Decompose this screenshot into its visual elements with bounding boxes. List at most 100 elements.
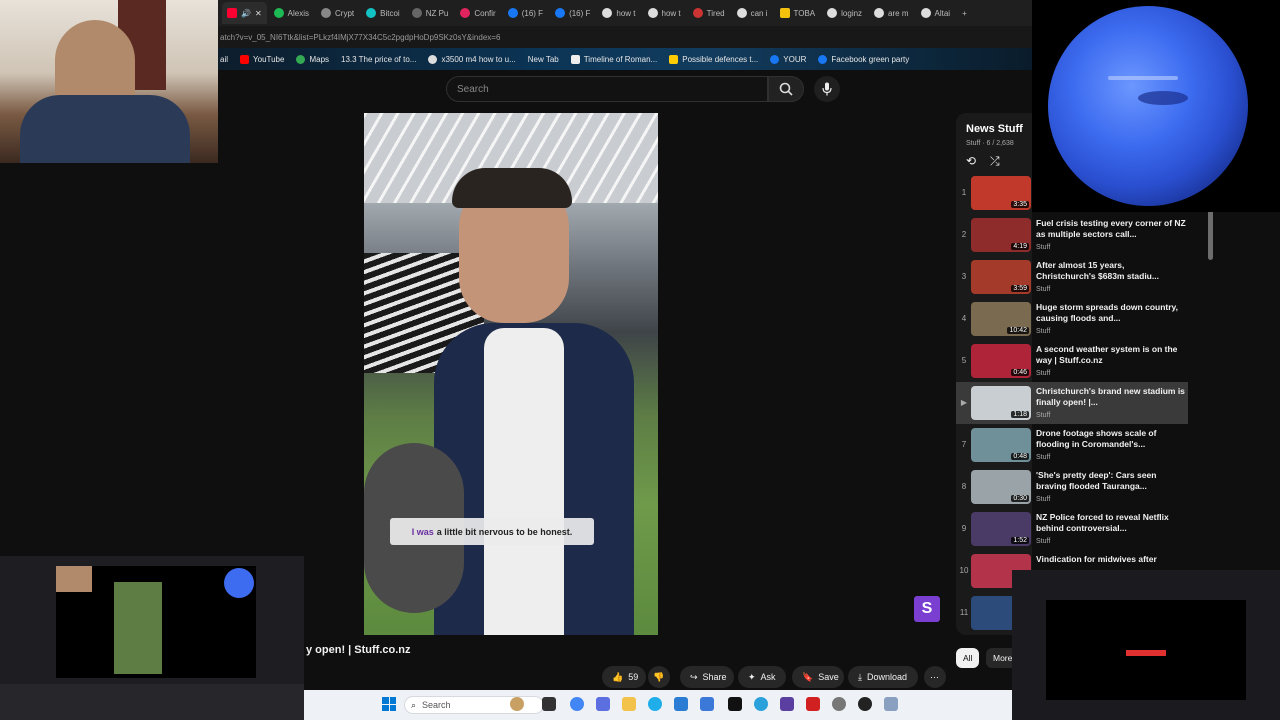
browser-tab[interactable]: TOBA [775,2,821,24]
save-button[interactable]: 🔖 Save [792,666,844,688]
settings-icon[interactable] [832,697,846,711]
bookmark-item[interactable]: x3500 m4 how to u... [428,54,516,64]
browser-tab[interactable]: NZ Pu [407,2,454,24]
task-view-icon[interactable] [542,697,556,711]
browser-tab[interactable]: can i [732,2,773,24]
playlist-item[interactable]: 8 0:30 'She's pretty deep': Cars seen br… [956,466,1188,508]
download-label: Download [866,672,908,682]
share-icon: ↪ [690,671,698,682]
bookmark-item[interactable]: Facebook green party [818,54,909,64]
obs-preview-video [114,582,162,674]
sparkle-icon: ✦ [748,671,756,682]
chrome-icon[interactable] [570,697,584,711]
taskbar-app-icon[interactable] [884,697,898,711]
playlist-item[interactable]: 5 0:46 A second weather system is on the… [956,340,1188,382]
bookmark-item[interactable]: New Tab [528,55,559,64]
playlist-item-index: 5 [961,356,967,365]
close-tab-icon[interactable]: ✕ [255,9,262,18]
bookmark-item[interactable]: ail [220,55,228,64]
browser-tab[interactable]: Bitcoi [361,2,405,24]
voice-search-button[interactable] [814,76,840,102]
like-button[interactable]: 👍 59 [602,666,646,688]
search-input[interactable]: Search [446,76,768,102]
file-explorer-icon[interactable] [622,697,636,711]
download-button[interactable]: ⤓ Download [848,666,918,688]
playlist-item[interactable]: 2 4:19 Fuel crisis testing every corner … [956,214,1188,256]
interviewee-hair [452,168,572,208]
address-bar[interactable]: atch?v=v_05_NI6Ttk&list=PLkzf4IMjX77X34C… [218,26,1032,48]
browser-tab[interactable]: 🔊 ✕ [222,2,267,24]
tab-label: Altai [934,8,951,18]
bookmark-item[interactable]: Maps [296,54,329,64]
tab-label: (16) F [569,8,591,18]
taskbar-app-icon[interactable] [780,697,794,711]
taskbar-widget-icon[interactable] [510,697,524,711]
google-icon [827,8,838,18]
playlist-scrollbar[interactable] [1208,210,1213,260]
playlist-item[interactable]: 4 10:42 Huge storm spreads down country,… [956,298,1188,340]
taskbar-app-icon[interactable] [806,697,820,711]
browser-tab[interactable]: are m [869,2,913,24]
more-icon: ⋯ [930,671,939,682]
obs-preview-webcam [56,566,92,592]
tab-label: Crypt [335,8,355,18]
playlist-item[interactable]: 7 0:48 Drone footage shows scale of floo… [956,424,1188,466]
browser-tab[interactable]: Confir [455,2,500,24]
video-player[interactable] [364,113,658,635]
browser-tab[interactable]: how t [597,2,640,24]
edge-icon[interactable] [648,697,662,711]
playlist-item-title: Christchurch's brand new stadium is fina… [1036,386,1185,407]
browser-tab[interactable]: loginz [822,2,867,24]
playlist-item[interactable]: 9 1:52 NZ Police forced to reveal Netfli… [956,508,1188,550]
search-button[interactable] [768,76,804,102]
dislike-button[interactable]: 👎 [648,666,670,688]
tab-favicon [366,8,377,18]
store-icon[interactable] [700,697,714,711]
webcam-overlay [0,0,218,163]
new-tab-button[interactable]: + [957,2,972,24]
url-text: atch?v=v_05_NI6Ttk&list=PLkzf4IMjX77X34C… [220,32,501,42]
browser-tab[interactable]: Alexis [269,2,314,24]
bookmark-item[interactable]: YOUR [770,54,806,64]
loop-icon[interactable]: ⟲ [966,154,976,168]
browser-tab[interactable]: (16) F [503,2,548,24]
bookmark-item[interactable]: 13.3 The price of to... [341,55,416,64]
bookmark-item[interactable]: Timeline of Roman... [570,54,657,64]
shuffle-icon[interactable]: ⤮ [990,154,1000,169]
share-button[interactable]: ↪ Share [680,666,734,688]
bookmark-label: New Tab [527,54,559,64]
bookmark-item[interactable]: YouTube [240,54,284,64]
playlist-item[interactable]: 3 3:59 After almost 15 years, Christchur… [956,256,1188,298]
wikipedia-icon [570,54,580,64]
terminal-icon[interactable] [728,697,742,711]
speaker-icon[interactable]: 🔊 [241,9,251,18]
browser-tab[interactable]: Altai [916,2,956,24]
playlist-item-title: Fuel crisis testing every corner of NZ a… [1036,218,1186,239]
obs-icon[interactable] [858,697,872,711]
chip-all[interactable]: All [956,648,980,668]
playlist-title[interactable]: News Stuff [966,123,1023,135]
ask-button[interactable]: ✦ Ask [738,666,786,688]
browser-tab[interactable]: (16) F [550,2,595,24]
outlook-icon[interactable] [674,697,688,711]
bookmark-item[interactable]: Possible defences t... [669,54,758,64]
windows-start-icon[interactable] [382,697,396,711]
playlist-item-current[interactable]: ▶ 1:18 Christchurch's brand new stadium … [956,382,1188,424]
taskbar-search-label: Search [422,700,451,710]
browser-tab[interactable]: how t [643,2,686,24]
taskbar-app-icon[interactable] [596,697,610,711]
microphone-icon [822,82,832,96]
telegram-icon[interactable] [754,697,768,711]
browser-tab[interactable]: Crypt [316,2,359,24]
now-playing-icon: ▶ [960,398,968,407]
playlist-item-duration: 0:48 [1011,453,1029,460]
more-actions-button[interactable]: ⋯ [924,666,946,688]
obs-preview-canvas [56,566,256,678]
tab-favicon [411,8,422,18]
obs-controls[interactable] [0,684,304,720]
playlist-item-title: Huge storm spreads down country, causing… [1036,302,1179,323]
browser-tab[interactable]: Tired [688,2,730,24]
playlist-item-index: 1 [961,188,967,197]
obs-preview-panel-right [1012,570,1280,720]
bookmark-label: 13.3 The price of to... [341,54,417,64]
